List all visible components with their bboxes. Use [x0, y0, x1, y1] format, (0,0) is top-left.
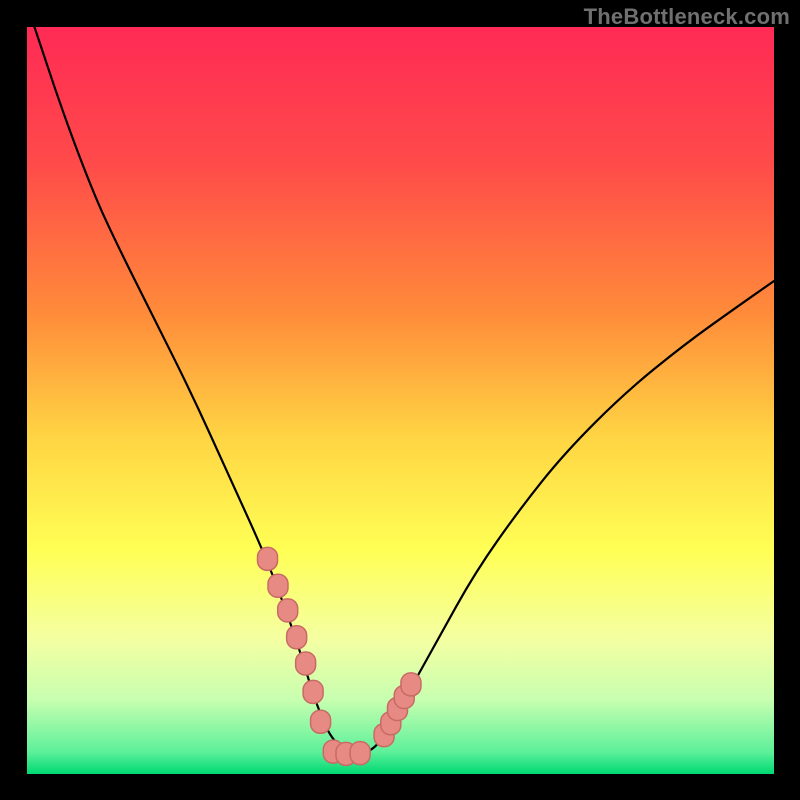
data-marker	[278, 599, 298, 622]
data-marker	[350, 742, 370, 765]
data-marker	[303, 680, 323, 703]
chart-frame: TheBottleneck.com	[0, 0, 800, 800]
data-marker	[401, 673, 421, 696]
data-marker	[287, 626, 307, 649]
watermark-label: TheBottleneck.com	[584, 4, 790, 30]
data-marker	[311, 710, 331, 733]
bottleneck-curve	[34, 27, 774, 754]
data-marker	[296, 652, 316, 675]
chart-svg	[27, 27, 774, 774]
data-marker	[268, 574, 288, 597]
data-marker	[258, 547, 278, 570]
